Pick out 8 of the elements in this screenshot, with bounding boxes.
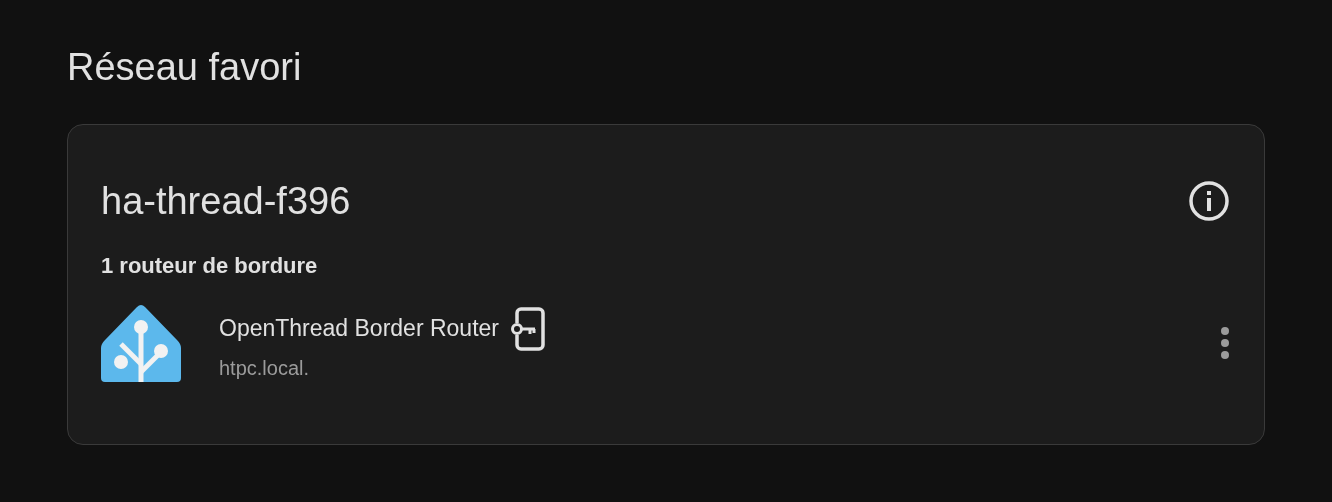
router-name: OpenThread Border Router	[219, 315, 499, 342]
router-host: htpc.local.	[219, 356, 311, 380]
page-title: Réseau favori	[67, 45, 303, 90]
more-menu-button[interactable]	[1220, 326, 1230, 360]
network-name: ha-thread-f396	[101, 179, 351, 224]
house-logo-icon	[101, 304, 181, 382]
info-button[interactable]	[1188, 180, 1230, 222]
section-title: 1 routeur de bordure	[101, 253, 319, 279]
